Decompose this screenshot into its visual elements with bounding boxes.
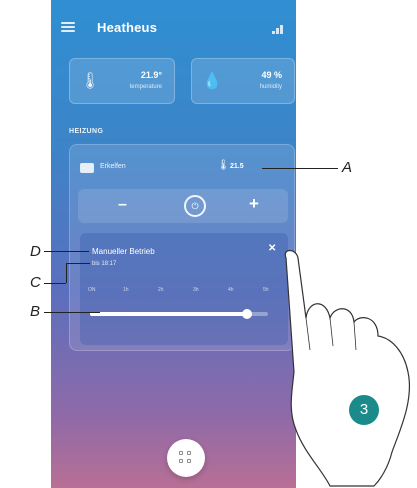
zone-name[interactable]: Erkelfen (100, 163, 126, 170)
slider-fill (90, 312, 247, 316)
status-bar (51, 0, 296, 10)
callout-line-a (262, 168, 338, 169)
callout-label-a: A (342, 159, 353, 176)
tick-label: 2h (158, 287, 164, 293)
humidity-drop-icon: 💧 (202, 73, 222, 90)
tick-label: 3h (193, 287, 199, 293)
signal-icon (272, 24, 286, 34)
duration-ticks: ON 1h 2h 3h 4h 5h (88, 287, 278, 297)
callout-label-d: D (30, 243, 41, 260)
temperature-value: 21.9° (140, 70, 162, 80)
setpoint-control-row: – ⏻ + (78, 189, 288, 223)
humidity-sensor-card[interactable]: 💧 49 % humidity (191, 58, 295, 104)
humidity-label: humidity (259, 84, 282, 90)
callout-label-c: C (30, 274, 41, 291)
thermometer-icon: 🌡 (217, 160, 230, 171)
phone-screen: Heatheus 🌡 21.9° temperature 💧 49 % humi… (51, 0, 296, 488)
increase-button[interactable]: + (249, 194, 259, 214)
tick-label: 5h (263, 287, 269, 293)
callout-line-c (44, 283, 66, 284)
close-mode-button[interactable]: ✕ (268, 243, 276, 254)
section-heading: HEIZUNG (69, 128, 104, 135)
app-title: Heatheus (97, 20, 158, 35)
callout-line-d (44, 251, 89, 252)
hamburger-menu-icon[interactable] (61, 22, 75, 32)
manual-mode-panel: Manueller Betrieb bis 18:17 ✕ ON 1h 2h 3… (80, 233, 288, 345)
duration-slider[interactable] (90, 309, 268, 319)
callout-line-c-top (66, 263, 90, 264)
zone-icon (80, 163, 94, 173)
thermometer-icon: 🌡 (80, 73, 101, 90)
zone-card: Erkelfen 🌡 21.5 – ⏻ + Manueller Betrieb … (69, 144, 295, 351)
callout-line-c-vertical (66, 263, 67, 283)
temperature-label: temperature (129, 84, 162, 90)
decrease-button[interactable]: – (118, 196, 127, 214)
temperature-sensor-card[interactable]: 🌡 21.9° temperature (69, 58, 175, 104)
mode-title: Manueller Betrieb (92, 247, 155, 256)
callout-line-b (44, 312, 100, 313)
step-number-badge: 3 (349, 395, 379, 425)
apps-grid-button[interactable] (167, 439, 205, 477)
mode-end-time: bis 18:17 (92, 261, 117, 267)
mode-circle-icon[interactable]: ⏻ (184, 195, 206, 217)
tick-label: 4h (228, 287, 234, 293)
callout-label-b: B (30, 303, 41, 320)
tick-label: 1h (123, 287, 129, 293)
slider-thumb[interactable] (241, 309, 252, 319)
zone-temperature: 21.5 (230, 163, 244, 170)
humidity-value: 49 % (261, 70, 282, 80)
tick-label: ON (88, 287, 96, 293)
